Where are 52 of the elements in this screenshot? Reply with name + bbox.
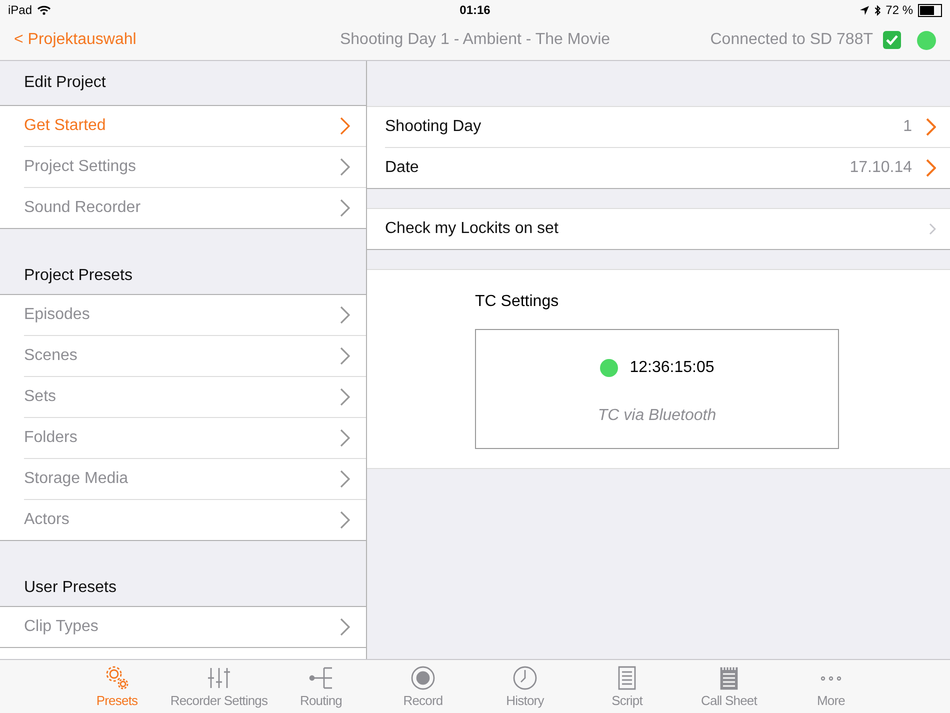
sidebar-item[interactable]: Actors	[24, 500, 366, 540]
battery-percentage: 72 %	[886, 3, 913, 17]
chevron-right-icon	[340, 347, 350, 365]
clock-icon	[511, 665, 539, 691]
detail-row[interactable]: Date 17.10.14	[385, 148, 950, 188]
window-title: Shooting Day 1 - Ambient - The Movie	[340, 31, 610, 49]
chevron-right-icon	[340, 429, 350, 447]
routing-icon	[307, 665, 335, 691]
status-dot	[600, 359, 618, 377]
tc-source: TC via Bluetooth	[598, 407, 716, 425]
chevron-right-icon	[340, 158, 350, 176]
chevron-right-icon	[340, 470, 350, 488]
record-icon	[409, 665, 437, 691]
tab-button[interactable]: History	[474, 660, 576, 713]
bluetooth-icon	[874, 4, 881, 16]
tab-button[interactable]: Presets	[66, 660, 168, 713]
chevron-right-icon	[340, 199, 350, 217]
sidebar-item[interactable]: Folders	[24, 418, 366, 459]
sidebar-item[interactable]: Get Started	[24, 106, 366, 147]
sidebar-item[interactable]: Project Settings	[24, 147, 366, 188]
chevron-right-icon	[340, 117, 350, 135]
sidebar-item[interactable]: Scenes	[24, 336, 366, 377]
detail-row[interactable]: Shooting Day 1	[385, 107, 950, 148]
sidebar-item[interactable]: Storage Media	[24, 459, 366, 500]
tab-button[interactable]: Recorder Settings	[168, 660, 270, 713]
more-icon	[820, 676, 842, 680]
chevron-right-icon	[926, 118, 936, 136]
tc-settings-title: TC Settings	[475, 292, 560, 312]
battery-icon	[918, 4, 942, 16]
timecode: 12:36:15:05	[630, 359, 714, 377]
tab-button[interactable]: Script	[576, 660, 678, 713]
connection-status: Connected to SD 788T	[710, 31, 873, 49]
wifi-icon	[37, 5, 52, 15]
chevron-right-icon	[926, 159, 936, 177]
chevron-right-icon	[340, 306, 350, 324]
sliders-icon	[205, 665, 233, 691]
location-arrow-icon	[860, 6, 869, 14]
chevron-right-icon	[340, 511, 350, 529]
sidebar-item[interactable]: Sets	[24, 377, 366, 418]
chevron-right-icon	[340, 618, 350, 636]
clock-time: 01:16	[460, 3, 490, 17]
sidebar-item[interactable]: Sound Recorder	[24, 188, 366, 228]
chevron-right-icon	[340, 388, 350, 406]
sidebar-item[interactable]: Episodes	[24, 295, 366, 336]
back-link[interactable]: < Projektauswahl	[14, 31, 136, 49]
device-name: iPad	[8, 3, 32, 17]
tab-button[interactable]: Routing	[270, 660, 372, 713]
chevron-right-icon	[929, 223, 936, 235]
tab-button[interactable]: Record	[372, 660, 474, 713]
status-dot	[917, 30, 936, 50]
tab-button[interactable]: More	[780, 660, 882, 713]
tab-button[interactable]: Call Sheet	[678, 660, 780, 713]
